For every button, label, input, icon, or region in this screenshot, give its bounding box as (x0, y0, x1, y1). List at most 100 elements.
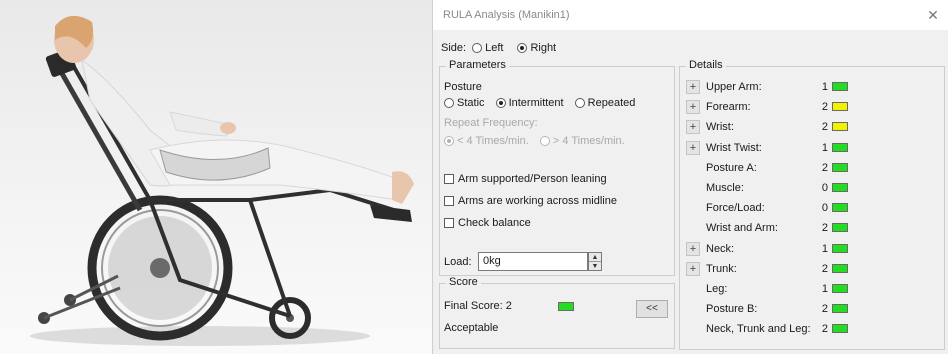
detail-score-swatch (832, 304, 848, 314)
detail-value: 1 (821, 81, 828, 93)
parameters-legend: Parameters (446, 59, 509, 71)
side-option-left-label: Left (485, 42, 504, 54)
detail-value: 0 (821, 202, 828, 215)
details-legend: Details (686, 59, 726, 71)
expand-icon[interactable]: + (686, 241, 700, 256)
rear-wheel (87, 195, 233, 341)
posture-static[interactable]: Static (444, 97, 485, 109)
load-input[interactable]: 0kg (478, 252, 588, 271)
expand-icon[interactable]: + (686, 80, 700, 94)
expand-icon[interactable]: + (686, 140, 700, 155)
expand-icon[interactable]: + (686, 120, 700, 135)
detail-value: 1 (821, 283, 828, 295)
side-option-right-label: Right (530, 42, 557, 54)
radio-button[interactable] (444, 98, 454, 108)
checkbox-check-balance[interactable]: Check balance (444, 217, 531, 229)
radio-button[interactable] (574, 98, 585, 108)
repeat-frequency-label: Repeat Frequency: (444, 117, 538, 129)
load-spinner[interactable]: ▲ ▼ (588, 252, 602, 271)
detail-value: 2 (821, 303, 828, 316)
detail-score-swatch (832, 162, 848, 172)
detail-score-swatch (832, 203, 848, 213)
detail-score-swatch (832, 142, 848, 152)
detail-label: Muscle: (706, 182, 744, 194)
checkbox-arm-supported-label: Arm supported/Person leaning (458, 173, 607, 185)
side-option-left[interactable]: Left (472, 42, 503, 54)
detail-score-swatch (832, 243, 848, 253)
detail-row[interactable]: + Neck: 1 (680, 239, 944, 259)
detail-label: Leg: (706, 283, 728, 295)
posture-intermittent-label: Intermittent (508, 97, 564, 109)
detail-row: Wrist and Arm: 2 (680, 218, 944, 238)
detail-label: Wrist Twist: (706, 141, 762, 154)
detail-label: Neck: (706, 242, 735, 255)
checkbox-arm-supported[interactable]: Arm supported/Person leaning (444, 173, 607, 185)
detail-value: 2 (821, 323, 828, 336)
floor-shadow (30, 326, 370, 346)
detail-row[interactable]: + Trunk: 2 (680, 259, 944, 279)
spin-up-icon[interactable]: ▲ (589, 253, 601, 262)
posture-intermittent[interactable]: Intermittent (495, 97, 564, 109)
radio-button[interactable] (444, 136, 454, 146)
detail-row[interactable]: + Upper Arm: 1 (680, 77, 944, 97)
detail-row[interactable]: + Wrist: 2 (680, 117, 944, 137)
spin-down-icon[interactable]: ▼ (589, 262, 601, 271)
rula-analysis-dialog: RULA Analysis (Manikin1) ✕ Side: Left Ri… (432, 0, 948, 354)
frequency-less-4-label: < 4 Times/min. (457, 135, 529, 147)
detail-value: 2 (821, 161, 828, 174)
checkbox-arms-midline[interactable]: Arms are working across midline (444, 195, 617, 207)
expand-icon[interactable]: + (686, 261, 700, 276)
detail-value: 2 (821, 222, 828, 235)
load-label: Load: (444, 256, 472, 268)
detail-value: 2 (821, 121, 828, 134)
manikin-wheelchair-scene (30, 15, 414, 346)
frequency-more-4[interactable]: > 4 Times/min. (539, 135, 625, 147)
detail-row[interactable]: + Wrist Twist: 1 (680, 138, 944, 158)
detail-row: Posture A: 2 (680, 158, 944, 178)
radio-button[interactable] (539, 136, 550, 146)
score-legend: Score (446, 276, 481, 288)
3d-viewport[interactable] (0, 0, 432, 354)
detail-row: Force/Load: 0 (680, 198, 944, 218)
checkbox[interactable] (444, 218, 454, 229)
detail-score-swatch (832, 122, 848, 132)
side-option-right[interactable]: Right (517, 42, 556, 54)
detail-value: 1 (821, 141, 828, 154)
checkbox[interactable] (444, 196, 454, 207)
detail-score-swatch (832, 324, 848, 334)
detail-row: Posture B: 2 (680, 299, 944, 319)
parameters-group: Parameters Posture Static Intermittent R… (439, 59, 675, 276)
title-bar: RULA Analysis (Manikin1) ✕ (433, 0, 948, 30)
close-icon[interactable]: ✕ (923, 5, 943, 25)
radio-button[interactable] (495, 98, 506, 108)
checkbox-arms-midline-label: Arms are working across midline (458, 195, 617, 207)
posture-label: Posture (444, 81, 482, 93)
detail-label: Wrist and Arm: (706, 222, 778, 235)
details-group: Details + Upper Arm: 1 + Forearm: 2 + Wrist: 2 + W… (679, 59, 945, 350)
side-selector: Side: Left Right (441, 40, 564, 56)
frequency-less-4[interactable]: < 4 Times/min. (444, 135, 529, 147)
detail-score-swatch (832, 263, 848, 273)
detail-score-swatch (832, 223, 848, 233)
detail-label: Neck, Trunk and Leg: (706, 323, 811, 336)
side-label: Side: (441, 42, 467, 54)
expand-icon[interactable]: + (686, 100, 700, 115)
detail-row[interactable]: + Forearm: 2 (680, 97, 944, 117)
frequency-options: < 4 Times/min. > 4 Times/min. (444, 135, 633, 149)
detail-label: Upper Arm: (706, 81, 762, 93)
checkbox[interactable] (444, 174, 454, 185)
final-score-label: Final Score: 2 (444, 300, 512, 312)
posture-static-label: Static (457, 97, 485, 109)
posture-repeated[interactable]: Repeated (574, 97, 635, 109)
collapse-button[interactable]: << (636, 300, 668, 318)
detail-value: 1 (821, 242, 828, 255)
detail-label: Trunk: (706, 262, 737, 275)
detail-label: Force/Load: (706, 202, 765, 215)
detail-score-swatch (832, 82, 848, 91)
detail-score-swatch (832, 284, 848, 293)
detail-value: 2 (821, 101, 828, 114)
radio-button[interactable] (517, 43, 528, 53)
score-verdict: Acceptable (444, 322, 499, 334)
radio-button[interactable] (472, 43, 483, 53)
detail-label: Forearm: (706, 101, 751, 114)
